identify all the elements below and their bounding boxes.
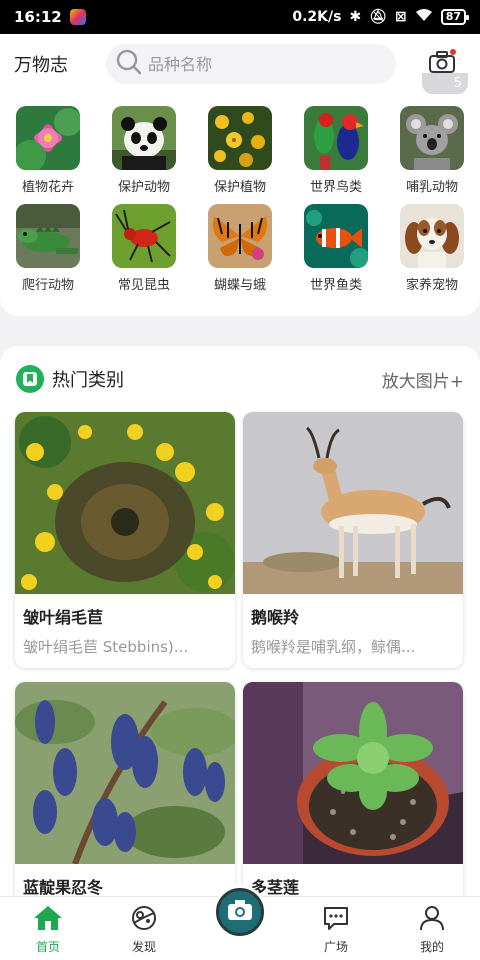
category-label: 保护植物 [213, 180, 266, 195]
enlarge-images-button[interactable]: 放大图片+ [382, 367, 464, 392]
wifi-icon [415, 8, 433, 26]
hot-item-name: 蓝靛果忍冬 [23, 878, 104, 897]
camera-center-button[interactable] [216, 888, 264, 936]
user-icon [419, 905, 445, 935]
category-protected-animals[interactable]: 保护动物 [96, 106, 192, 204]
category-label: 蝴蝶与蛾 [213, 278, 266, 293]
category-grid: 植物花卉 保护动物 保护植物 世界鸟类 哺乳动物 爬行动物 常见昆虫 蝴蝶与蛾 … [0, 94, 480, 302]
app-notification-icon [69, 9, 86, 25]
search-icon [116, 49, 142, 79]
hot-item-name: 皱叶绢毛苣 [23, 608, 104, 627]
category-world-fish[interactable]: 世界鱼类 [288, 204, 384, 302]
iguana-image [16, 204, 80, 268]
hot-item-card[interactable]: 蓝靛果忍冬 [15, 682, 235, 906]
nav-camera[interactable] [192, 885, 288, 960]
app-title: 万物志 [14, 55, 68, 76]
status-right: 0.2K/s ✱ 🔕︎ ⊠ 87 [292, 8, 470, 26]
category-label: 哺乳动物 [405, 180, 458, 195]
hot-item-card[interactable]: 多茎莲 [243, 682, 463, 906]
butterfly-image [208, 204, 272, 268]
network-speed: 0.2K/s [292, 9, 342, 25]
status-time: 16:12 [14, 8, 62, 26]
category-panel: 植物花卉 保护动物 保护植物 世界鸟类 哺乳动物 爬行动物 常见昆虫 蝴蝶与蛾 … [0, 94, 480, 398]
mute-icon: 🔕︎ [369, 9, 387, 25]
status-bar: 16:12 0.2K/s ✱ 🔕︎ ⊠ 87 [0, 0, 480, 34]
scan-camera-button[interactable]: 5 [418, 41, 468, 95]
no-sim-icon: ⊠ [394, 9, 407, 25]
red-insect-image [112, 204, 176, 268]
hot-item-card[interactable]: 皱叶绢毛苣 皱叶绢毛苣 Stebbins)... [15, 412, 235, 668]
planet-icon [130, 905, 158, 935]
hot-item-desc: 鹅喉羚是哺乳纲，鲸偶... [251, 638, 416, 656]
category-label: 爬行动物 [21, 278, 74, 293]
gazelle-image [243, 412, 463, 594]
bluetooth-icon: ✱ [349, 9, 362, 25]
category-label: 植物花卉 [21, 180, 74, 195]
nav-discover[interactable]: 发现 [96, 897, 192, 960]
category-world-birds[interactable]: 世界鸟类 [288, 106, 384, 204]
search-input[interactable] [148, 54, 378, 74]
yellow-flowers-image [208, 106, 272, 170]
app-header: 万物志 5 [0, 34, 480, 95]
nav-plaza-label: 广场 [323, 940, 348, 954]
lotus-flower-image [16, 106, 80, 170]
nav-home-label: 首页 [35, 940, 60, 954]
category-label: 家养宠物 [405, 278, 458, 293]
chat-bubble-icon [322, 905, 350, 935]
bookmark-icon [16, 365, 44, 393]
category-label: 世界鱼类 [309, 278, 362, 293]
bottom-navigation: 首页 发现 广场 我的 [0, 885, 480, 960]
nav-plaza[interactable]: 广场 [288, 897, 384, 960]
category-butterflies-moths[interactable]: 蝴蝶与蛾 [192, 204, 288, 302]
camera-count-badge: 5 [422, 73, 468, 95]
category-label: 保护动物 [117, 180, 170, 195]
hot-header: 热门类别 放大图片+ [0, 346, 480, 412]
category-pets[interactable]: 家养宠物 [384, 204, 480, 302]
hot-item-name: 鹅喉羚 [251, 608, 300, 627]
nav-discover-label: 发现 [131, 940, 156, 954]
hot-item-card[interactable]: 鹅喉羚 鹅喉羚是哺乳纲，鲸偶... [243, 412, 463, 668]
category-protected-plants[interactable]: 保护植物 [192, 106, 288, 204]
battery-indicator: 87 [440, 9, 470, 25]
notification-dot [450, 49, 456, 55]
category-label: 常见昆虫 [117, 278, 170, 293]
nav-home[interactable]: 首页 [0, 897, 96, 960]
camera-ring [213, 885, 267, 939]
camera-icon [227, 899, 253, 925]
hot-title: 热门类别 [52, 370, 124, 391]
hot-section: 热门类别 放大图片+ 皱叶绢毛苣 皱叶绢毛苣 Stebbins)... 鹅喉羚 … [0, 346, 480, 906]
succulent-image [243, 682, 463, 864]
koala-image [400, 106, 464, 170]
panda-image [112, 106, 176, 170]
clownfish-image [304, 204, 368, 268]
category-label: 世界鸟类 [309, 180, 362, 195]
honeyberry-image [15, 682, 235, 864]
category-plants-flowers[interactable]: 植物花卉 [0, 106, 96, 204]
nav-mine[interactable]: 我的 [384, 897, 480, 960]
puppy-image [400, 204, 464, 268]
hot-grid: 皱叶绢毛苣 皱叶绢毛苣 Stebbins)... 鹅喉羚 鹅喉羚是哺乳纲，鲸偶.… [0, 412, 480, 906]
hot-item-name: 多茎莲 [251, 878, 300, 897]
plant-rosette-image [15, 412, 235, 594]
parrot-image [304, 106, 368, 170]
category-common-insects[interactable]: 常见昆虫 [96, 204, 192, 302]
home-icon [33, 905, 63, 935]
hot-item-desc: 皱叶绢毛苣 Stebbins)... [23, 638, 189, 656]
category-mammals[interactable]: 哺乳动物 [384, 106, 480, 204]
search-bar[interactable] [106, 44, 396, 84]
category-reptiles[interactable]: 爬行动物 [0, 204, 96, 302]
nav-mine-label: 我的 [419, 940, 444, 954]
